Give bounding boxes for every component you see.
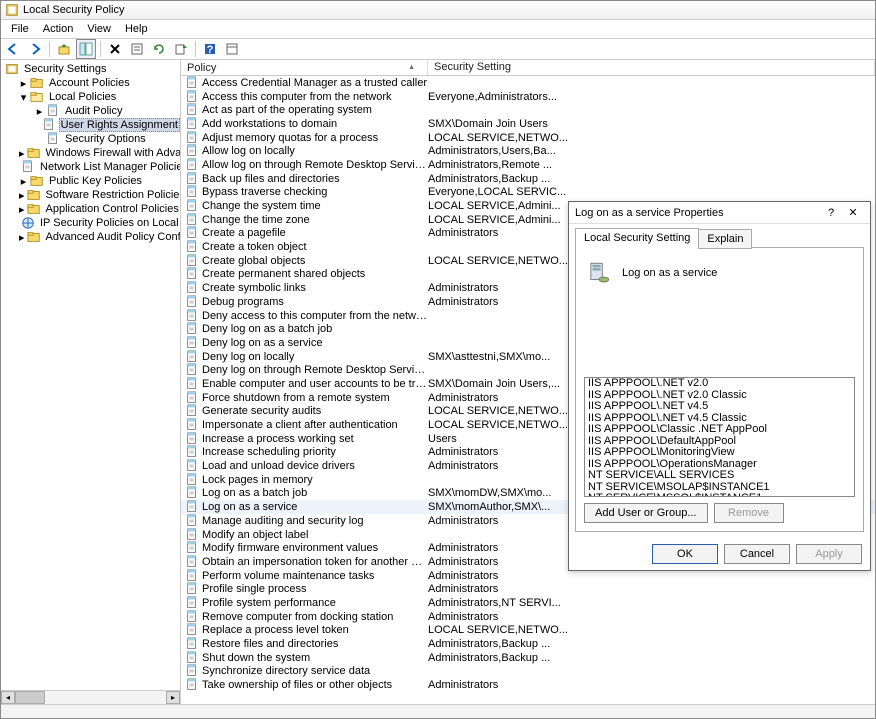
tree-item[interactable]: Security Options — [1, 132, 180, 146]
forward-button[interactable] — [25, 39, 45, 59]
user-list-item[interactable]: IIS APPPOOL\Classic .NET AppPool — [585, 424, 854, 436]
properties-button[interactable] — [127, 39, 147, 59]
ok-button[interactable]: OK — [652, 544, 718, 564]
list-row[interactable]: Shut down the systemAdministrators,Backu… — [181, 651, 875, 665]
help-button[interactable]: ? — [200, 39, 220, 59]
statusbar — [1, 704, 875, 718]
tree-item[interactable]: ▾Local Policies — [1, 90, 180, 104]
user-list-item[interactable]: IIS APPPOOL\.NET v4.5 — [585, 401, 854, 413]
menu-action[interactable]: Action — [37, 21, 80, 37]
server-icon — [586, 260, 612, 286]
titlebar: Local Security Policy — [1, 1, 875, 20]
menubar: File Action View Help — [1, 20, 875, 38]
refresh-icon — [152, 42, 166, 56]
menu-file[interactable]: File — [5, 21, 35, 37]
refresh-button[interactable] — [149, 39, 169, 59]
list-row[interactable]: Take ownership of files or other objects… — [181, 678, 875, 692]
list-row[interactable]: Access Credential Manager as a trusted c… — [181, 76, 875, 90]
dialog-title: Log on as a service Properties — [575, 207, 820, 219]
list-row[interactable]: Remove computer from docking stationAdmi… — [181, 610, 875, 624]
window-button[interactable] — [222, 39, 242, 59]
app-icon — [5, 3, 19, 17]
apply-button[interactable]: Apply — [796, 544, 862, 564]
list-row[interactable]: Profile single processAdministrators — [181, 582, 875, 596]
list-row[interactable]: Bypass traverse checkingEveryone,LOCAL S… — [181, 186, 875, 200]
list-row[interactable]: Profile system performanceAdministrators… — [181, 596, 875, 610]
dialog-close-button[interactable]: ✕ — [842, 204, 864, 222]
list-row[interactable]: Replace a process level tokenLOCAL SERVI… — [181, 624, 875, 638]
list-row[interactable]: Back up files and directoriesAdministrat… — [181, 172, 875, 186]
menu-help[interactable]: Help — [119, 21, 154, 37]
tab-local-security-setting[interactable]: Local Security Setting — [575, 228, 699, 248]
up-button[interactable] — [54, 39, 74, 59]
add-user-button[interactable]: Add User or Group... — [584, 503, 708, 523]
tree-item[interactable]: ▸Public Key Policies — [1, 174, 180, 188]
tab-content: Log on as a service IIS APPPOOL\.NET v2.… — [575, 247, 864, 532]
tree-item[interactable]: ▸Windows Firewall with Advanced Sec — [1, 146, 180, 160]
window-icon — [225, 42, 239, 56]
user-list-item[interactable]: IIS APPPOOL\MonitoringView — [585, 447, 854, 459]
back-button[interactable] — [3, 39, 23, 59]
tree-item[interactable]: ▸Audit Policy — [1, 104, 180, 118]
tree-hscrollbar[interactable]: ◂ ▸ — [1, 690, 180, 704]
tree-root[interactable]: Security Settings — [1, 62, 180, 76]
list-row[interactable]: Restore files and directoriesAdministrat… — [181, 637, 875, 651]
dialog-help-button[interactable]: ? — [820, 204, 842, 222]
nav-tree[interactable]: Security Settings▸Account Policies▾Local… — [1, 60, 181, 704]
tree-item[interactable]: ▸Application Control Policies — [1, 202, 180, 216]
dialog-titlebar: Log on as a service Properties ? ✕ — [569, 202, 870, 224]
list-row[interactable]: Synchronize directory service data — [181, 665, 875, 679]
col-policy[interactable]: Policy▲ — [181, 60, 428, 75]
svg-text:?: ? — [207, 44, 214, 56]
window-title: Local Security Policy — [23, 4, 125, 16]
show-tree-button[interactable] — [76, 39, 96, 59]
folder-up-icon — [57, 42, 71, 56]
dialog-heading: Log on as a service — [622, 267, 717, 279]
help-icon: ? — [203, 42, 217, 56]
delete-x-icon — [108, 42, 122, 56]
export-icon — [174, 42, 188, 56]
list-row[interactable]: Adjust memory quotas for a processLOCAL … — [181, 131, 875, 145]
toolbar: ? — [1, 38, 875, 60]
list-row[interactable]: Add workstations to domainSMX\Domain Joi… — [181, 117, 875, 131]
list-row[interactable]: Allow log on locallyAdministrators,Users… — [181, 144, 875, 158]
tree-item[interactable]: IP Security Policies on Local Compute — [1, 216, 180, 230]
user-list-item[interactable]: NT SERVICE\MSSQL$INSTANCE1 — [585, 493, 854, 497]
tree-item[interactable]: ▸Advanced Audit Policy Configuration — [1, 230, 180, 244]
arrow-right-icon — [28, 42, 42, 56]
export-button[interactable] — [171, 39, 191, 59]
arrow-left-icon — [6, 42, 20, 56]
user-list-item[interactable]: NT SERVICE\ALL SERVICES — [585, 470, 854, 482]
tree-item[interactable]: Network List Manager Policies — [1, 160, 180, 174]
user-list-item[interactable]: IIS APPPOOL\.NET v2.0 — [585, 378, 854, 390]
scroll-left-button[interactable]: ◂ — [1, 691, 15, 704]
remove-button[interactable]: Remove — [714, 503, 784, 523]
tab-explain[interactable]: Explain — [698, 229, 752, 249]
scroll-thumb[interactable] — [15, 691, 45, 704]
sort-asc-icon: ▲ — [408, 64, 415, 71]
list-header: Policy▲ Security Setting — [181, 60, 875, 76]
dialog-tabs: Local Security Setting Explain — [575, 228, 864, 248]
tree-item[interactable]: ▸Account Policies — [1, 76, 180, 90]
list-row[interactable]: Access this computer from the networkEve… — [181, 90, 875, 104]
col-setting[interactable]: Security Setting — [428, 60, 875, 75]
users-listbox[interactable]: IIS APPPOOL\.NET v2.0IIS APPPOOL\.NET v2… — [584, 377, 855, 497]
delete-button[interactable] — [105, 39, 125, 59]
tree-icon — [79, 42, 93, 56]
cancel-button[interactable]: Cancel — [724, 544, 790, 564]
tree-item[interactable]: User Rights Assignment — [1, 118, 180, 132]
list-row[interactable]: Allow log on through Remote Desktop Serv… — [181, 158, 875, 172]
properties-dialog: Log on as a service Properties ? ✕ Local… — [568, 201, 871, 571]
properties-icon — [130, 42, 144, 56]
scroll-right-button[interactable]: ▸ — [166, 691, 180, 704]
list-row[interactable]: Act as part of the operating system — [181, 103, 875, 117]
menu-view[interactable]: View — [81, 21, 117, 37]
tree-item[interactable]: ▸Software Restriction Policies — [1, 188, 180, 202]
